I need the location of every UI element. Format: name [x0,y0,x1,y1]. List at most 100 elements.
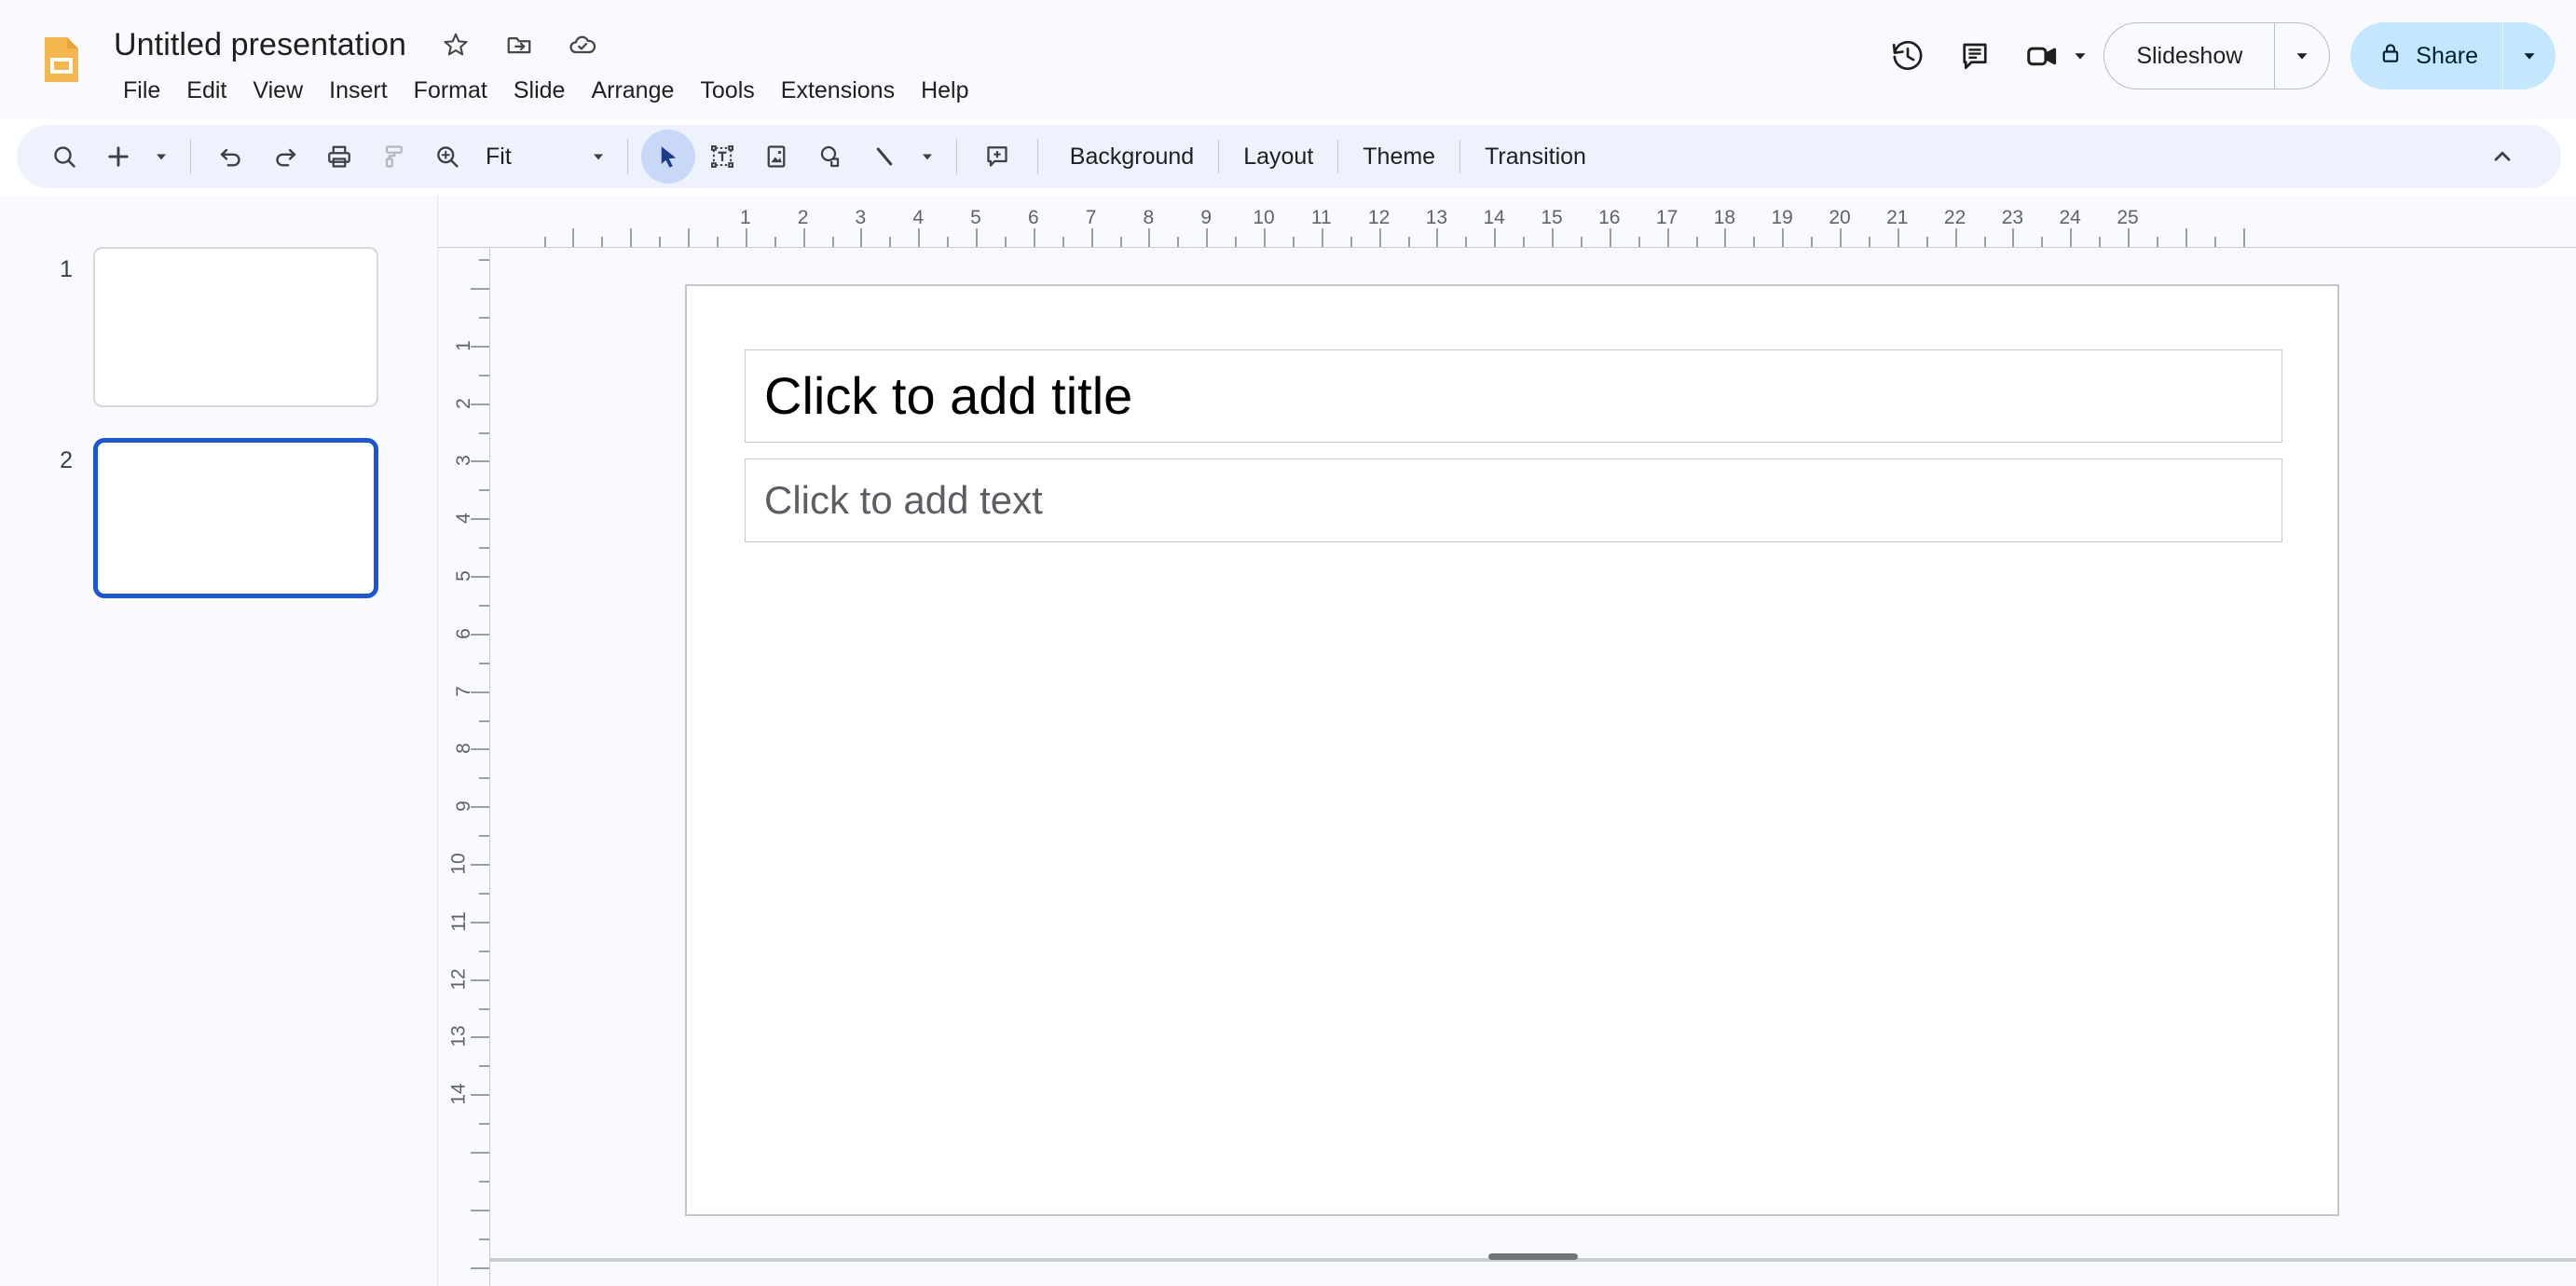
slide-canvas[interactable]: Click to add title Click to add text [685,284,2339,1216]
ruler-number: 19 [1771,207,1793,228]
ruler-tick [2070,228,2073,247]
menu-view[interactable]: View [240,71,316,110]
ruler-tick [1840,228,1842,247]
ruler-number: 22 [1943,207,1966,228]
menu-file[interactable]: File [110,71,173,110]
plus-icon[interactable] [91,130,145,184]
slide-filmstrip-panel[interactable]: 1 2 [0,196,438,1286]
ruler-number: 4 [912,207,925,228]
chevron-up-icon[interactable] [2475,130,2529,184]
ruler-tick [479,431,489,434]
ruler-number: 8 [453,743,475,755]
toolbar-separator-1 [190,139,191,174]
ruler-tick [802,228,805,247]
thumbnail-canvas-2[interactable] [93,438,378,598]
theme-button[interactable]: Theme [1344,134,1454,180]
ruler-number: 2 [453,397,475,409]
title-placeholder[interactable]: Click to add title [745,349,2282,443]
ruler-tick [1264,228,1266,247]
new-slide-dropdown-caret-icon[interactable] [145,130,177,184]
share-dropdown-caret-icon[interactable] [2503,22,2555,89]
ruler-tick [471,921,489,923]
image-icon[interactable] [749,130,803,184]
move-to-folder-icon[interactable] [501,27,537,62]
comment-history-icon[interactable] [1941,22,2008,89]
ruler-tick [479,316,489,319]
zoom-in-icon[interactable] [420,130,474,184]
document-title[interactable]: Untitled presentation [110,25,410,65]
slideshow-button-group: Slideshow [2103,22,2331,89]
slides-logo-icon[interactable] [35,34,88,86]
saved-to-drive-icon[interactable] [565,27,600,62]
meet-dropdown-caret-icon[interactable] [2070,46,2090,66]
undo-icon[interactable] [204,130,258,184]
slideshow-button[interactable]: Slideshow [2104,23,2274,89]
menu-tools[interactable]: Tools [687,71,767,110]
slide-number-2: 2 [60,447,73,473]
ruler-tick [1090,228,1093,247]
cursor-arrow-icon[interactable] [640,130,695,184]
slideshow-dropdown-caret-icon[interactable] [2275,23,2329,89]
ruler-tick [479,950,489,952]
add-comment-icon[interactable] [970,130,1024,184]
star-icon[interactable] [438,27,473,62]
ruler-tick [831,237,834,247]
thumbnail-slide-1[interactable]: 1 [34,247,378,407]
ruler-tick [1033,228,1035,247]
ruler-number: 8 [1143,207,1155,228]
speaker-notes-drag-handle[interactable] [1488,1253,1578,1260]
ruler-tick [479,777,489,780]
menu-insert[interactable]: Insert [316,71,401,110]
version-history-icon[interactable] [1874,22,1941,89]
zoom-level-value[interactable]: Fit [474,144,521,171]
ruler-tick [471,288,489,290]
menu-slide[interactable]: Slide [500,71,579,110]
menu-arrange[interactable]: Arrange [578,71,687,110]
ruler-tick [1609,228,1611,247]
ruler-tick [2242,228,2245,247]
ruler-tick [479,1065,489,1068]
vertical-ruler[interactable]: 1 2 3 4 5 6 7 8 9 10 11 12 13 14 [438,248,490,1286]
toolbar-separator-4 [1036,139,1038,174]
line-dropdown-caret-icon[interactable] [911,130,943,184]
thumbnail-canvas-1[interactable] [93,247,378,407]
ruler-number: 5 [453,570,475,581]
horizontal-ruler[interactable]: 1 2 3 4 5 6 7 8 9 10 11 12 13 14 15 16 17 18 19 20 21 22 23 24 2… [438,196,2576,248]
search-icon[interactable] [37,130,91,184]
line-icon[interactable] [857,130,911,184]
ruler-number: 20 [1829,207,1851,228]
menu-extensions[interactable]: Extensions [768,71,908,110]
text-box-icon[interactable] [695,130,749,184]
menu-help[interactable]: Help [908,71,981,110]
ruler-number: 11 [1310,207,1332,228]
ruler-tick [471,978,489,981]
print-icon[interactable] [312,130,366,184]
slide-canvas-area[interactable]: Click to add title Click to add text [490,248,2576,1286]
ruler-number: 1 [453,339,475,351]
ruler-tick [1925,237,1928,247]
ruler-tick [479,835,489,838]
body-placeholder[interactable]: Click to add text [745,458,2282,542]
thumbnail-slide-2[interactable]: 2 [34,438,378,598]
slide-number-1: 1 [60,256,73,282]
ruler-tick [688,228,690,247]
ruler-number: 3 [453,455,475,467]
ruler-tick [2128,228,2130,247]
menu-edit[interactable]: Edit [173,71,240,110]
ruler-tick [1954,228,1957,247]
ruler-number: 21 [1886,207,1909,228]
paint-roller-icon[interactable] [366,130,420,184]
ruler-tick [745,228,747,247]
menu-bar: File Edit View Insert Format Slide Arran… [110,71,982,110]
ruler-tick [1148,228,1151,247]
transition-button[interactable]: Transition [1466,134,1605,180]
redo-icon[interactable] [258,130,312,184]
menu-format[interactable]: Format [401,71,500,110]
zoom-dropdown-caret-icon[interactable] [582,130,614,184]
share-button[interactable]: Share [2350,22,2502,89]
layout-button[interactable]: Layout [1225,134,1332,180]
background-button[interactable]: Background [1051,134,1213,180]
ruler-tick [479,892,489,895]
shape-icon[interactable] [803,130,857,184]
meet-camera-icon[interactable] [2008,22,2076,89]
